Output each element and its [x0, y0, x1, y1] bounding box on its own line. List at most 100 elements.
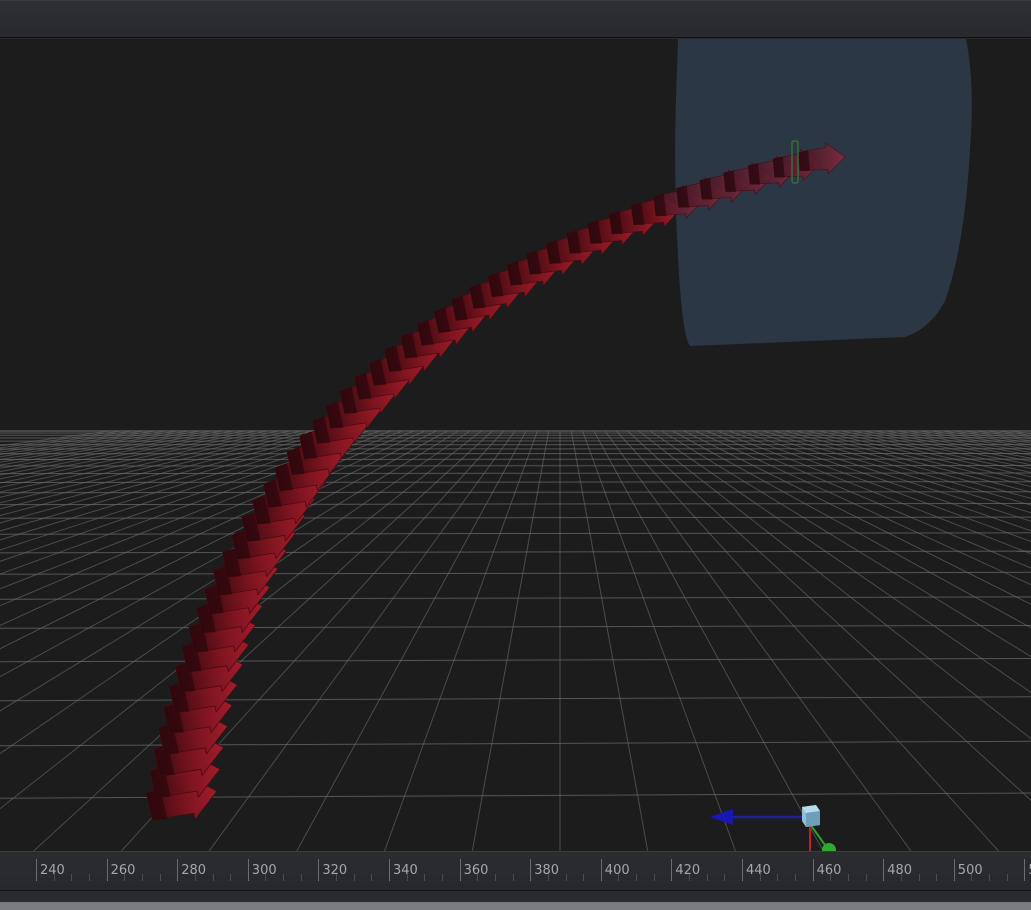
ruler-tick — [389, 859, 390, 881]
grid-line — [661, 430, 1031, 658]
ruler-minor-tick — [71, 874, 73, 881]
grid-line — [785, 430, 1031, 499]
grid-line — [471, 430, 550, 851]
ruler-tick-label: 440 — [746, 863, 771, 878]
ruler-tick — [106, 859, 108, 881]
ruler-minor-tick — [371, 874, 373, 881]
grid-line — [695, 430, 1031, 586]
grid-line — [0, 472, 1031, 475]
ruler-tick-label: 400 — [604, 863, 630, 878]
ruler-tick — [953, 859, 955, 881]
ruler-tick-label: 280 — [181, 863, 207, 878]
grid-line — [0, 430, 154, 455]
ruler-tick — [36, 859, 37, 881]
ruler-minor-tick — [512, 874, 514, 881]
ruler-minor-tick — [900, 874, 902, 881]
grid-line — [0, 696, 1031, 702]
ruler-tick-label: 300 — [251, 863, 277, 878]
ruler-minor-tick — [618, 874, 620, 881]
grid-line — [988, 430, 1031, 438]
grid-line — [570, 430, 649, 851]
ruler-minor-tick — [53, 874, 55, 881]
ruler-tick-label: 240 — [40, 863, 65, 878]
ruler-minor-tick — [300, 874, 302, 881]
grid-line — [966, 430, 1031, 442]
ruler-minor-tick — [689, 874, 690, 881]
ruler-tick — [812, 859, 814, 881]
ruler-minor-tick — [795, 874, 796, 881]
ruler-minor-tick — [724, 874, 726, 881]
ruler-minor-tick — [547, 874, 549, 881]
grid-line — [0, 481, 1031, 483]
ruler-minor-tick — [477, 874, 479, 881]
ruler-minor-tick — [212, 874, 214, 881]
ruler-tick — [177, 859, 179, 881]
grid-line — [672, 430, 1031, 629]
timeline-scrollbar[interactable] — [0, 902, 1031, 910]
ruler-tick-label: 360 — [463, 863, 489, 878]
ruler-minor-tick — [989, 874, 991, 881]
ruler-minor-tick — [494, 874, 496, 881]
ruler-tick — [742, 859, 743, 881]
grid-line — [887, 430, 1031, 459]
ruler-minor-tick — [336, 874, 337, 881]
grid-line — [650, 430, 1031, 694]
ruler-minor-tick — [653, 874, 655, 881]
transform-gizmo-icon[interactable] — [710, 805, 836, 851]
grid-line — [808, 430, 1031, 488]
ruler-minor-tick — [441, 874, 443, 881]
ruler-minor-tick — [88, 874, 90, 881]
viewport-scene[interactable] — [0, 39, 1031, 851]
grid-line — [638, 430, 1031, 740]
3d-viewport[interactable] — [0, 39, 1031, 851]
grid-line — [751, 430, 1031, 522]
grid-line — [0, 740, 1031, 747]
ruler-tick — [247, 859, 249, 881]
grid-line — [0, 624, 1031, 629]
ruler-tick-label: 500 — [957, 863, 983, 878]
grid-line — [830, 430, 1031, 478]
timeline-ruler[interactable]: 240 260 280 300 320 340 360 380 400 420 440 460 480 5… — [0, 851, 1031, 891]
grid-line — [729, 430, 1031, 543]
ruler-tick — [883, 859, 885, 881]
ruler-tick-label: 460 — [816, 863, 842, 878]
bottom-panel — [0, 891, 1031, 910]
ruler-tick — [459, 859, 461, 881]
ruler-minor-tick — [283, 874, 285, 881]
ruler-minor-tick — [847, 874, 849, 881]
ruler-minor-tick — [706, 874, 708, 881]
grid-line — [0, 503, 1031, 506]
ruler-minor-tick — [759, 874, 761, 881]
ruler-minor-tick — [1006, 874, 1008, 881]
grid-line — [706, 430, 1031, 569]
grid-line — [0, 532, 1031, 535]
ruler-minor-tick — [936, 874, 938, 881]
ruler-tick-label: 260 — [110, 863, 136, 878]
ruler-tick — [600, 859, 602, 881]
grid-line — [582, 430, 736, 851]
grid-line — [32, 430, 493, 851]
ruler-tick — [530, 859, 532, 881]
ruler-tick-label: 380 — [534, 863, 560, 878]
ruler-minor-tick — [194, 874, 196, 881]
grid-line — [0, 596, 1031, 600]
ruler-minor-tick — [971, 874, 973, 881]
ruler-minor-tick — [865, 874, 867, 881]
ruler-tick-label: 320 — [322, 863, 348, 878]
ruler-minor-tick — [424, 874, 426, 881]
ruler-minor-tick — [583, 874, 585, 881]
ruler-minor-tick — [353, 874, 355, 881]
grid-line — [384, 430, 538, 851]
grid-line — [0, 571, 1031, 575]
grid-line — [841, 430, 1031, 474]
ruler-minor-tick — [124, 874, 126, 881]
grid-line — [0, 430, 290, 498]
grid-line — [604, 430, 912, 851]
ruler-tick — [671, 859, 673, 881]
ruler-minor-tick — [565, 874, 567, 881]
ruler-minor-tick — [159, 874, 161, 881]
ruler-minor-tick — [141, 874, 143, 881]
ruler-tick-label: 340 — [393, 863, 418, 878]
viewer-top-toolbar — [0, 0, 1031, 38]
ruler-minor-tick — [230, 874, 232, 881]
